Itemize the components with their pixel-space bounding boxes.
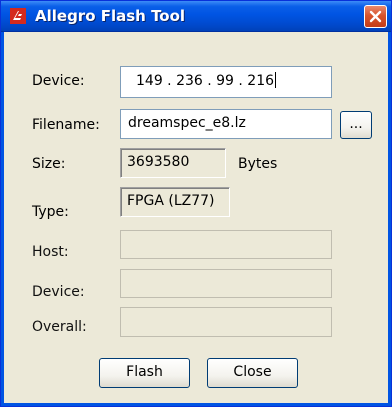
- flash-button[interactable]: Flash: [99, 358, 190, 388]
- size-label: Size:: [32, 156, 66, 172]
- size-unit-label: Bytes: [238, 156, 278, 172]
- close-button[interactable]: Close: [207, 358, 298, 388]
- device-progress-label: Device:: [32, 284, 85, 300]
- host-progress-bar: [120, 230, 332, 259]
- filename-input[interactable]: dreamspec_e8.lz: [120, 109, 332, 139]
- device-ip-input[interactable]: 149 . 236 . 99 . 216: [120, 66, 332, 98]
- overall-progress-bar: [120, 307, 332, 337]
- window-title: Allegro Flash Tool: [35, 7, 186, 25]
- filename-label: Filename:: [32, 117, 100, 133]
- close-icon: [369, 10, 382, 23]
- text-caret: [275, 72, 277, 88]
- browse-button[interactable]: ...: [340, 111, 372, 139]
- type-value: FPGA (LZ77): [120, 187, 230, 217]
- size-value: 3693580: [120, 148, 226, 178]
- app-window: Allegro Flash Tool Device: 149 . 236 . 9…: [0, 0, 392, 407]
- type-label: Type:: [32, 204, 69, 220]
- host-progress-label: Host:: [32, 244, 69, 260]
- title-bar[interactable]: Allegro Flash Tool: [1, 1, 391, 32]
- overall-progress-label: Overall:: [32, 319, 87, 335]
- close-window-button[interactable]: [364, 5, 387, 28]
- allegro-logo-icon: [10, 8, 26, 24]
- device-ip-value: 149 . 236 . 99 . 216: [136, 73, 275, 89]
- device-progress-bar: [120, 269, 332, 298]
- device-label: Device:: [32, 73, 85, 89]
